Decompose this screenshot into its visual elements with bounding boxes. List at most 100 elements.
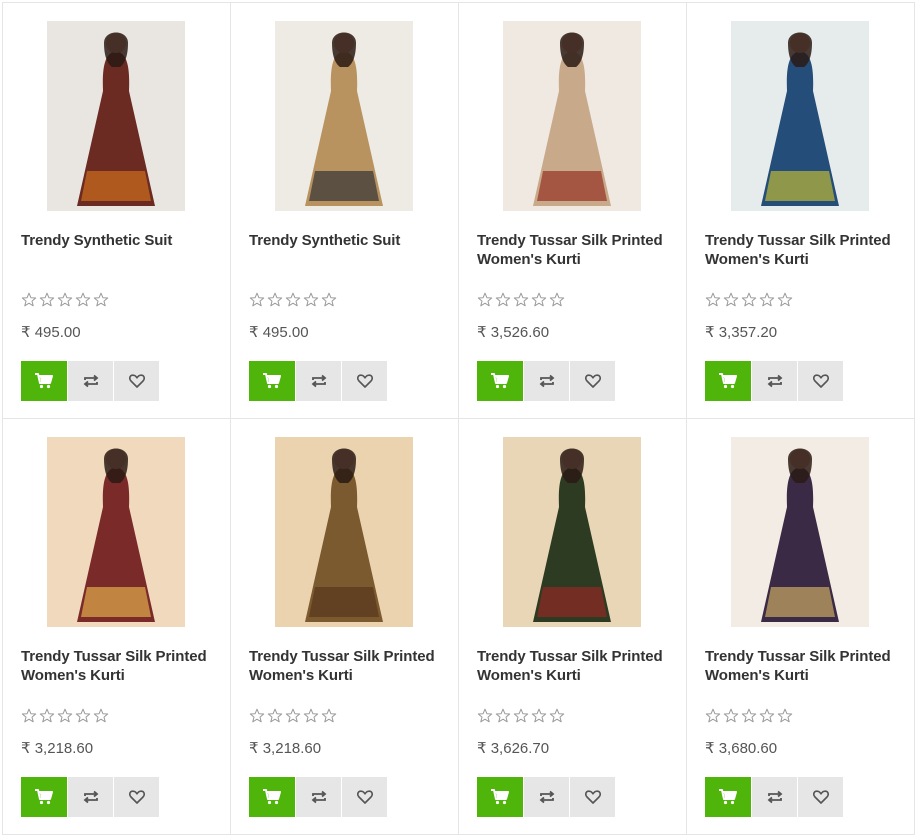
wishlist-button[interactable] [341, 361, 387, 401]
heart-icon [128, 374, 145, 388]
compare-button[interactable] [523, 777, 569, 817]
product-card-8: Trendy Tussar Silk Printed Women's Kurti… [687, 419, 915, 835]
cart-icon [263, 373, 281, 389]
compare-button[interactable] [295, 777, 341, 817]
product-grid: Trendy Synthetic Suit ₹ 495.00 Trendy Sy… [2, 2, 915, 835]
compare-icon [311, 374, 326, 388]
add-to-cart-button[interactable] [249, 777, 295, 817]
product-image[interactable] [47, 21, 185, 211]
add-to-cart-button[interactable] [705, 361, 751, 401]
add-to-cart-button[interactable] [705, 777, 751, 817]
cart-icon [719, 373, 737, 389]
product-title[interactable]: Trendy Synthetic Suit [249, 231, 445, 250]
star-outline-icon [759, 708, 775, 723]
product-image[interactable] [731, 437, 869, 627]
product-price: ₹ 3,526.60 [477, 324, 550, 341]
star-outline-icon [21, 292, 37, 307]
wishlist-button[interactable] [569, 777, 615, 817]
compare-icon [767, 790, 782, 804]
cart-icon [35, 373, 53, 389]
rating-stars [249, 292, 337, 308]
wishlist-button[interactable] [797, 361, 843, 401]
star-outline-icon [705, 292, 721, 307]
product-title[interactable]: Trendy Tussar Silk Printed Women's Kurti [705, 647, 901, 685]
product-image[interactable] [275, 437, 413, 627]
rating-stars [21, 708, 109, 724]
rating-stars [477, 292, 565, 308]
star-outline-icon [321, 292, 337, 307]
star-outline-icon [477, 292, 493, 307]
wishlist-button[interactable] [569, 361, 615, 401]
heart-icon [128, 790, 145, 804]
product-actions [21, 361, 159, 401]
heart-icon [356, 374, 373, 388]
product-price: ₹ 3,680.60 [705, 740, 778, 757]
product-title[interactable]: Trendy Tussar Silk Printed Women's Kurti [249, 647, 445, 685]
star-outline-icon [513, 292, 529, 307]
add-to-cart-button[interactable] [21, 777, 67, 817]
star-outline-icon [303, 708, 319, 723]
product-card-1: Trendy Synthetic Suit ₹ 495.00 [3, 3, 231, 419]
product-image[interactable] [503, 21, 641, 211]
star-outline-icon [285, 708, 301, 723]
product-image[interactable] [47, 437, 185, 627]
star-outline-icon [57, 708, 73, 723]
product-actions [477, 777, 615, 817]
star-outline-icon [93, 292, 109, 307]
product-card-4: Trendy Tussar Silk Printed Women's Kurti… [687, 3, 915, 419]
star-outline-icon [723, 708, 739, 723]
wishlist-button[interactable] [113, 361, 159, 401]
product-title[interactable]: Trendy Tussar Silk Printed Women's Kurti [477, 647, 673, 685]
compare-button[interactable] [751, 361, 797, 401]
star-outline-icon [249, 708, 265, 723]
star-outline-icon [741, 708, 757, 723]
star-outline-icon [39, 708, 55, 723]
compare-button[interactable] [67, 361, 113, 401]
star-outline-icon [549, 708, 565, 723]
product-card-5: Trendy Tussar Silk Printed Women's Kurti… [3, 419, 231, 835]
product-card-7: Trendy Tussar Silk Printed Women's Kurti… [459, 419, 687, 835]
compare-icon [311, 790, 326, 804]
wishlist-button[interactable] [113, 777, 159, 817]
star-outline-icon [267, 292, 283, 307]
product-card-6: Trendy Tussar Silk Printed Women's Kurti… [231, 419, 459, 835]
cart-icon [491, 789, 509, 805]
heart-icon [584, 374, 601, 388]
heart-icon [812, 374, 829, 388]
star-outline-icon [531, 708, 547, 723]
star-outline-icon [495, 292, 511, 307]
compare-button[interactable] [751, 777, 797, 817]
product-price: ₹ 3,218.60 [21, 740, 94, 757]
add-to-cart-button[interactable] [249, 361, 295, 401]
product-actions [705, 361, 843, 401]
star-outline-icon [57, 292, 73, 307]
compare-icon [83, 374, 98, 388]
product-title[interactable]: Trendy Synthetic Suit [21, 231, 217, 250]
product-price: ₹ 3,626.70 [477, 740, 550, 757]
product-title[interactable]: Trendy Tussar Silk Printed Women's Kurti [705, 231, 901, 269]
compare-icon [539, 790, 554, 804]
product-price: ₹ 3,357.20 [705, 324, 778, 341]
compare-button[interactable] [295, 361, 341, 401]
cart-icon [263, 789, 281, 805]
heart-icon [812, 790, 829, 804]
product-title[interactable]: Trendy Tussar Silk Printed Women's Kurti [21, 647, 217, 685]
add-to-cart-button[interactable] [21, 361, 67, 401]
product-actions [705, 777, 843, 817]
star-outline-icon [531, 292, 547, 307]
add-to-cart-button[interactable] [477, 777, 523, 817]
wishlist-button[interactable] [797, 777, 843, 817]
compare-button[interactable] [523, 361, 569, 401]
product-image[interactable] [503, 437, 641, 627]
product-card-3: Trendy Tussar Silk Printed Women's Kurti… [459, 3, 687, 419]
star-outline-icon [39, 292, 55, 307]
compare-button[interactable] [67, 777, 113, 817]
product-title[interactable]: Trendy Tussar Silk Printed Women's Kurti [477, 231, 673, 269]
heart-icon [584, 790, 601, 804]
product-actions [477, 361, 615, 401]
rating-stars [705, 708, 793, 724]
product-image[interactable] [731, 21, 869, 211]
wishlist-button[interactable] [341, 777, 387, 817]
product-image[interactable] [275, 21, 413, 211]
add-to-cart-button[interactable] [477, 361, 523, 401]
